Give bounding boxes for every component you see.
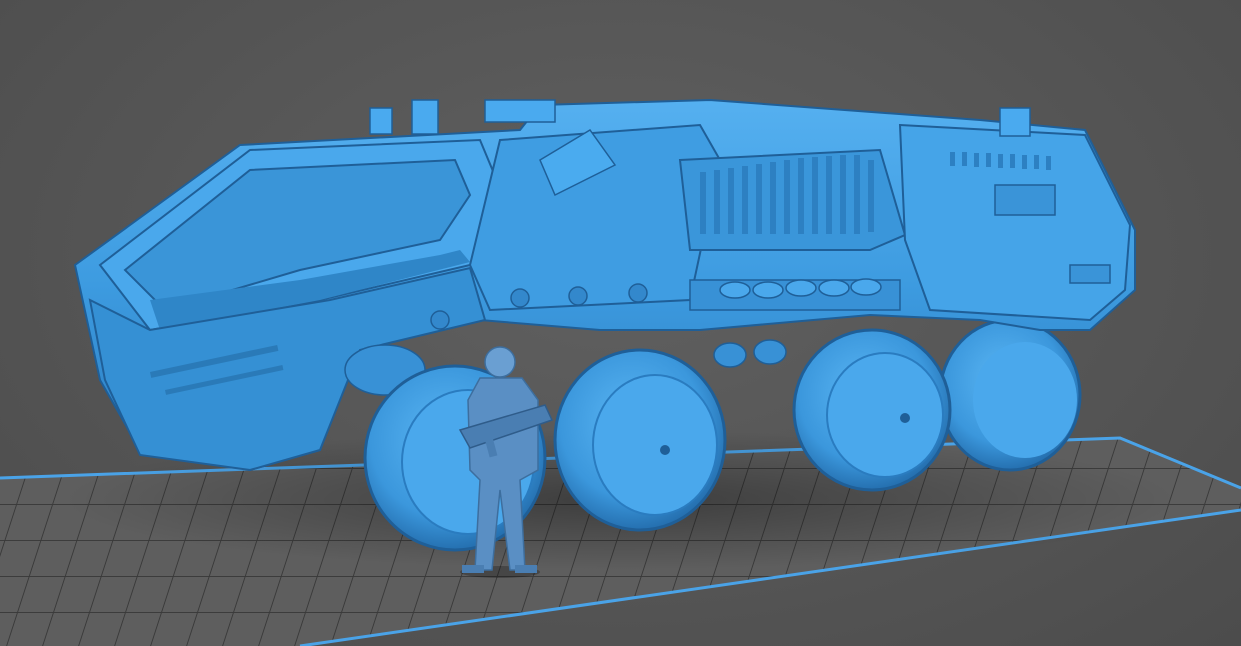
wheel-rear-mid [792, 328, 952, 492]
wheel-front-mid [553, 348, 727, 532]
wheel-back [938, 318, 1082, 472]
vent-grille [678, 148, 907, 251]
3d-viewport[interactable] [0, 0, 1241, 646]
scene-canvas[interactable] [0, 0, 1241, 646]
